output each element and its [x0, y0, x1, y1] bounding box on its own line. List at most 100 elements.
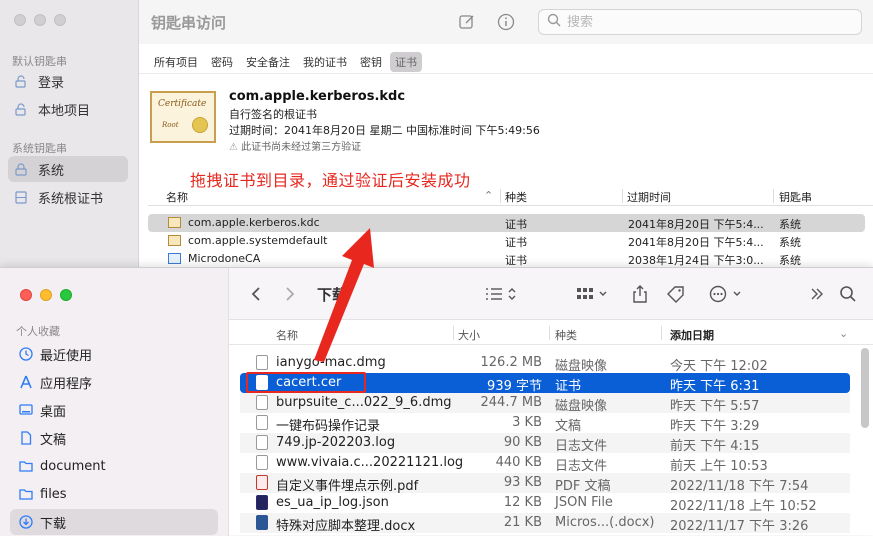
column-date-added[interactable]: 添加日期 [670, 327, 714, 343]
tab-secure-notes[interactable]: 安全备注 [241, 52, 295, 72]
lock-icon [14, 162, 28, 176]
column-kind[interactable]: 种类 [555, 327, 577, 343]
search-field[interactable] [538, 9, 862, 35]
file-name: 749.jp-202203.log [276, 435, 396, 450]
apps-icon [18, 374, 34, 390]
close-button[interactable] [20, 289, 32, 301]
list-item[interactable]: burpsuite_c...022_9_6.dmg 244.7 MB 磁盘映像 … [240, 393, 850, 414]
tag-icon[interactable] [666, 284, 686, 304]
keychain-toolbar: 钥匙串访问 [139, 0, 873, 44]
minimize-button[interactable] [40, 289, 52, 301]
finder-sidebar: 个人收藏 最近使用 应用程序 桌面 文稿 document files 下载 [0, 268, 229, 536]
sidebar-item-desktop[interactable]: 桌面 [10, 397, 218, 423]
info-icon[interactable] [496, 12, 516, 32]
table-row[interactable]: com.apple.kerberos.kdc 证书 2041年8月20日 下午5… [148, 214, 865, 232]
file-size: 21 KB [503, 515, 542, 530]
document-icon [18, 430, 34, 446]
keychain-sidebar: 默认钥匙串 登录 本地项目 系统钥匙串 系统 系统根证书 [0, 0, 139, 270]
sidebar-item-login[interactable]: 登录 [8, 68, 128, 94]
favorites-header: 个人收藏 [16, 325, 60, 338]
tab-all-items[interactable]: 所有项目 [149, 52, 203, 72]
column-kind[interactable]: 种类 [505, 189, 527, 205]
column-divider [622, 189, 623, 203]
sidebar-item-local-items[interactable]: 本地项目 [8, 96, 128, 122]
file-name: 特殊对应脚本整理.docx [276, 519, 416, 534]
compose-icon[interactable] [457, 12, 477, 32]
certificate-warning: ⚠ 此证书尚未经过第三方验证 [229, 138, 361, 153]
sidebar-item-document-folder[interactable]: document [10, 453, 218, 479]
system-keychains-header: 系统钥匙串 [12, 142, 67, 155]
tab-certificates[interactable]: 证书 [390, 51, 422, 72]
list-item[interactable]: 749.jp-202203.log 90 KB 日志文件 前天 下午 4:15 [240, 433, 850, 454]
minimize-button[interactable] [34, 14, 46, 26]
column-size[interactable]: 大小 [458, 327, 480, 343]
file-date: 2022/11/18 上午 10:52 [670, 499, 817, 514]
column-name[interactable]: 名称 [276, 327, 298, 343]
table-row[interactable]: com.apple.systemdefault 证书 2041年8月20日 下午… [148, 232, 865, 250]
keychain-table-header: 名称 ⌃ 种类 过期时间 钥匙串 [148, 186, 873, 206]
certificate-subtitle: 自行签名的根证书 [229, 108, 317, 121]
file-name: burpsuite_c...022_9_6.dmg [276, 395, 452, 410]
file-size: 93 KB [503, 475, 542, 490]
zoom-button[interactable] [54, 14, 66, 26]
file-size: 3 KB [512, 415, 542, 430]
cell-keychain: 系统 [779, 236, 801, 249]
cell-expires: 2041年8月20日 下午5:4... [628, 236, 764, 249]
sidebar-item-label: 桌面 [40, 404, 67, 420]
column-expires[interactable]: 过期时间 [627, 189, 671, 205]
close-button[interactable] [14, 14, 26, 26]
certificate-name: com.apple.kerberos.kdc [229, 89, 406, 104]
tab-my-certificates[interactable]: 我的证书 [298, 52, 352, 72]
list-item[interactable]: es_ua_ip_log.json 12 KB JSON File 2022/1… [240, 493, 850, 514]
document-icon [256, 415, 268, 430]
forward-button[interactable] [285, 284, 295, 304]
cell-expires: 2038年1月24日 下午3:0... [628, 254, 764, 267]
column-divider [453, 326, 454, 340]
certificate-icon-subtitle: Root [162, 121, 179, 129]
certificate-detail: Certificate Root com.apple.kerberos.kdc … [150, 88, 850, 158]
sidebar-item-label: 系统根证书 [38, 191, 104, 207]
list-item[interactable]: 自定义事件埋点示例.pdf 93 KB PDF 文稿 2022/11/18 下午… [240, 473, 850, 494]
sidebar-item-recents[interactable]: 最近使用 [10, 341, 218, 367]
tab-keys[interactable]: 密钥 [355, 52, 387, 72]
list-item[interactable]: www.vivaia.c...20221121.log 440 KB 日志文件 … [240, 453, 850, 474]
column-keychain[interactable]: 钥匙串 [779, 189, 812, 205]
column-name[interactable]: 名称 [166, 189, 188, 205]
seal-icon [192, 117, 208, 133]
list-item[interactable]: 一键布码操作记录 3 KB 文稿 昨天 下午 3:29 [240, 413, 850, 434]
file-date: 前天 下午 4:15 [670, 439, 760, 454]
back-button[interactable] [251, 284, 261, 304]
sidebar-item-files-folder[interactable]: files [10, 481, 218, 507]
more-actions-icon[interactable] [709, 284, 745, 304]
table-row[interactable]: MicrodoneCA 证书 2038年1月24日 下午3:0... 系统 [148, 250, 865, 268]
scrollbar[interactable] [861, 348, 869, 428]
sidebar-item-documents[interactable]: 文稿 [10, 425, 218, 451]
log-file-icon [256, 455, 268, 470]
list-view-icon[interactable] [485, 284, 519, 304]
certificate-add-icon [168, 253, 181, 264]
file-kind: PDF 文稿 [555, 479, 611, 494]
file-kind: 日志文件 [555, 439, 608, 454]
certificate-expiry: 过期时间：2041年8月20日 星期二 中国标准时间 下午5:49:56 [229, 124, 540, 137]
search-icon [547, 13, 561, 31]
file-kind: Micros...(.docx) [555, 515, 655, 530]
download-icon [18, 514, 34, 530]
tab-passwords[interactable]: 密码 [206, 52, 238, 72]
window-title: 钥匙串访问 [151, 14, 227, 32]
cell-keychain: 系统 [779, 218, 801, 231]
certificate-icon [168, 235, 181, 246]
sidebar-item-system[interactable]: 系统 [8, 156, 128, 182]
category-tabs: 所有项目 密码 安全备注 我的证书 密钥 证书 [139, 50, 873, 74]
sidebar-item-system-roots[interactable]: 系统根证书 [8, 184, 128, 210]
group-by-icon[interactable] [576, 284, 610, 304]
zoom-button[interactable] [60, 289, 72, 301]
sidebar-item-applications[interactable]: 应用程序 [10, 369, 218, 395]
file-name: 一键布码操作记录 [276, 419, 381, 434]
share-icon[interactable] [632, 284, 648, 304]
list-item[interactable]: 特殊对应脚本整理.docx 21 KB Micros...(.docx) 202… [240, 513, 850, 534]
file-date: 昨天 下午 3:29 [670, 419, 760, 434]
sidebar-item-downloads[interactable]: 下载 [10, 509, 218, 535]
chevron-double-right-icon[interactable] [809, 284, 825, 304]
search-input[interactable] [567, 14, 837, 30]
search-icon[interactable] [839, 284, 857, 304]
